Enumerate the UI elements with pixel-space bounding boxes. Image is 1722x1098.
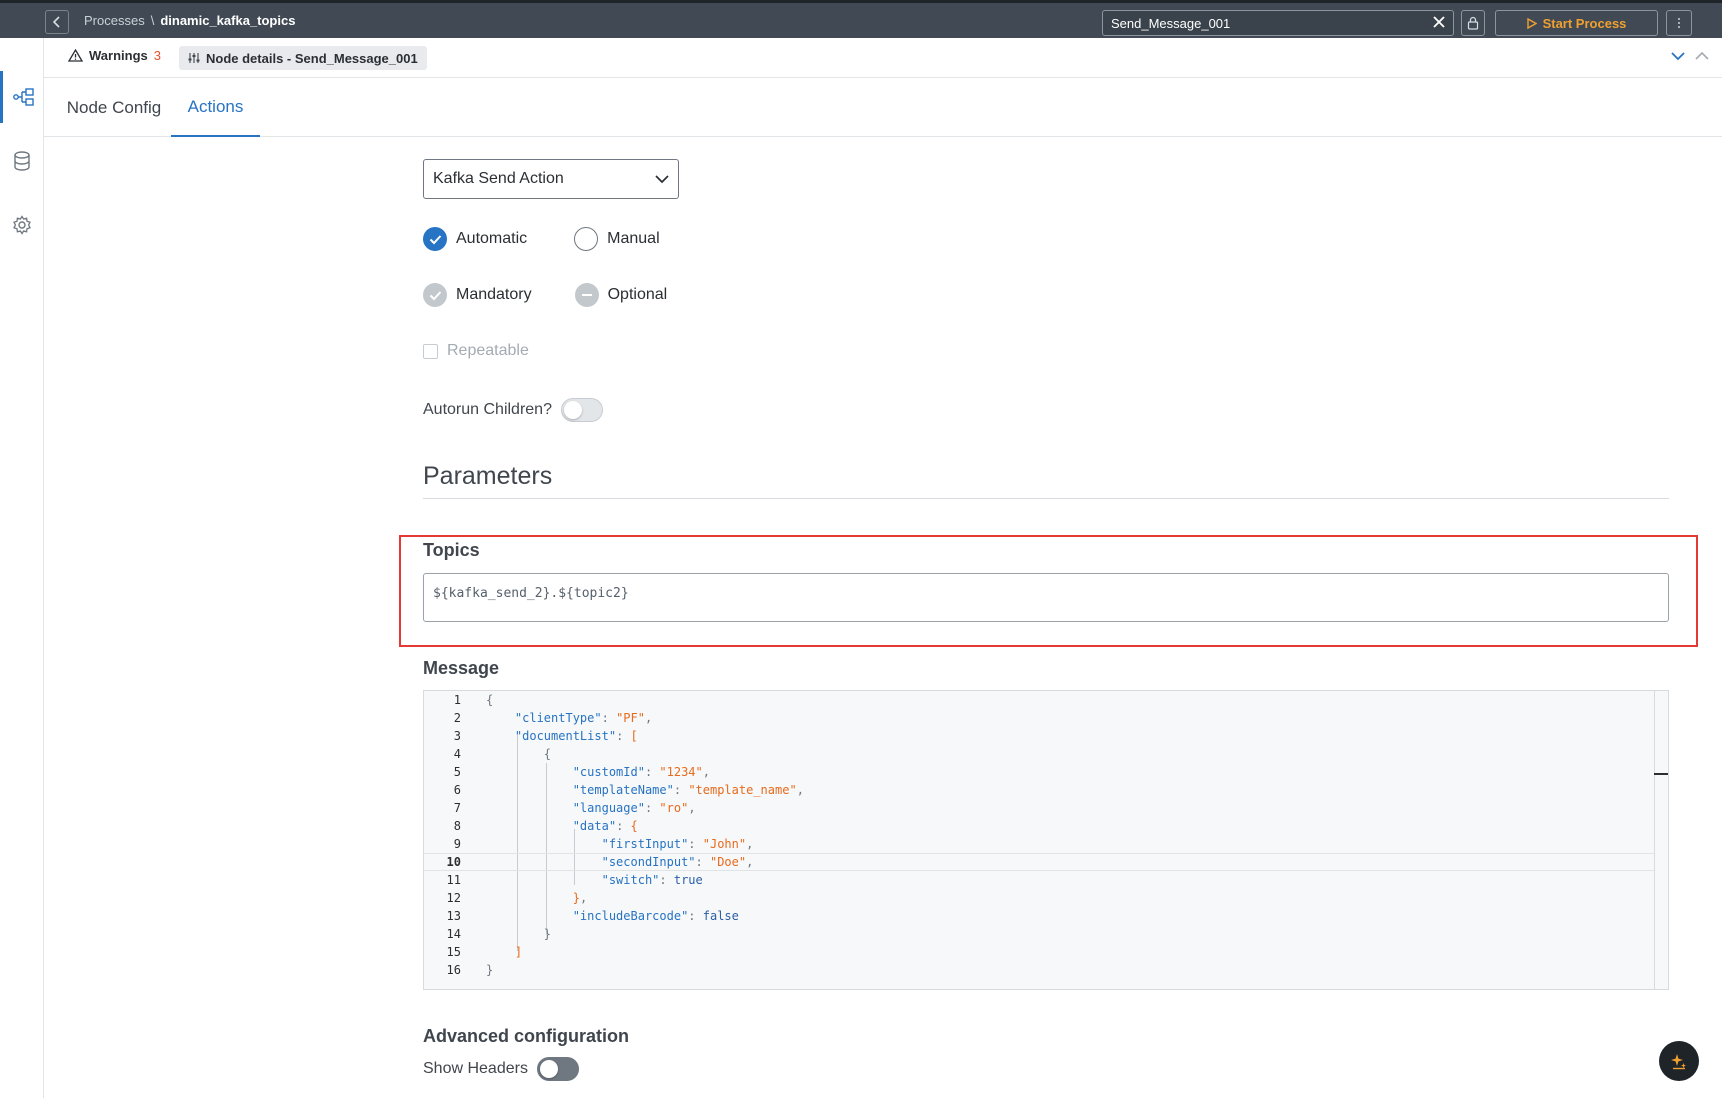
code-line: 8 "data": { xyxy=(453,819,638,833)
panel-controls xyxy=(1670,48,1710,64)
process-flow-icon xyxy=(12,88,34,106)
warnings-label: Warnings xyxy=(89,48,148,63)
more-vertical-icon xyxy=(1678,18,1680,28)
action-type-select[interactable]: Kafka Send Action xyxy=(423,159,679,199)
radio-manual-label: Manual xyxy=(607,230,660,247)
code-line: 16} xyxy=(446,963,494,977)
radio-optional[interactable]: Optional xyxy=(574,283,668,307)
play-icon xyxy=(1526,17,1537,29)
requirement-radio-group: Mandatory Optional xyxy=(423,283,714,307)
code-line: 9 "firstInput": "John", xyxy=(453,837,754,851)
rail-process-button[interactable] xyxy=(0,71,44,123)
message-label: Message xyxy=(423,658,500,678)
trigger-radio-group: Automatic Manual xyxy=(423,227,707,251)
top-bar: Processes \ dinamic_kafka_topics Start P… xyxy=(0,0,1722,38)
tab-actions[interactable]: Actions xyxy=(171,78,260,137)
sparkle-icon xyxy=(1671,1054,1686,1070)
advanced-config-label: Advanced configuration xyxy=(423,1026,630,1046)
code-line: 7 "language": "ro", xyxy=(453,801,696,815)
breadcrumb-current: dinamic_kafka_topics xyxy=(160,13,296,28)
radio-automatic-label: Automatic xyxy=(456,230,528,247)
left-rail xyxy=(0,38,44,1098)
scrollbar-thumb[interactable] xyxy=(1654,773,1668,775)
radio-unchecked-icon xyxy=(574,227,599,251)
config-tabs: Node Config Actions xyxy=(44,78,1722,137)
breadcrumb: Processes \ dinamic_kafka_topics xyxy=(84,13,295,28)
code-line: 5 "customId": "1234", xyxy=(453,765,710,779)
autorun-toggle[interactable] xyxy=(560,398,603,422)
topics-label: Topics xyxy=(423,540,480,560)
lock-icon xyxy=(1467,16,1479,30)
code-line: 14 } xyxy=(446,927,552,941)
node-search-input[interactable] xyxy=(1102,10,1454,36)
ai-assistant-button[interactable] xyxy=(1659,1041,1699,1081)
code-line: 2 "clientType": "PF", xyxy=(453,711,653,725)
message-code-editor[interactable]: 1{ 2 "clientType": "PF", 3 "documentList… xyxy=(423,690,1669,990)
action-type-value: Kafka Send Action xyxy=(433,170,564,187)
radio-minus-icon xyxy=(574,283,599,307)
node-details-bar: Warnings 3 Node details - Send_Message_0… xyxy=(44,38,1722,78)
warnings-tab[interactable]: Warnings 3 xyxy=(68,48,161,63)
checkbox-box xyxy=(423,343,438,359)
radio-checked-disabled-icon xyxy=(423,283,447,307)
node-details-tab[interactable]: Node details - Send_Message_001 xyxy=(179,46,427,70)
code-line: 6 "templateName": "template_name", xyxy=(453,783,804,797)
rail-settings-button[interactable] xyxy=(0,199,44,251)
topics-input[interactable]: ${kafka_send_2}.${topic2} xyxy=(423,573,1669,622)
lock-button[interactable] xyxy=(1461,10,1485,36)
breadcrumb-root[interactable]: Processes xyxy=(84,13,145,28)
database-icon xyxy=(14,151,30,171)
editor-scrollbar[interactable] xyxy=(1654,691,1668,989)
code-line-active: 10 "secondInput": "Doe", xyxy=(424,853,1654,871)
chevron-down-icon[interactable] xyxy=(1670,48,1686,64)
back-button[interactable] xyxy=(45,10,69,34)
radio-manual[interactable]: Manual xyxy=(574,227,660,251)
radio-mandatory-label: Mandatory xyxy=(456,286,532,303)
more-options-button[interactable] xyxy=(1666,10,1692,36)
parameters-heading: Parameters xyxy=(423,462,1669,499)
radio-automatic[interactable]: Automatic xyxy=(423,227,527,251)
node-details-label: Node details - Send_Message_001 xyxy=(206,50,418,66)
code-line: 3 "documentList": [ xyxy=(453,729,638,743)
code-line: 12 }, xyxy=(446,891,588,905)
code-line: 15 ] xyxy=(446,945,523,959)
start-process-label: Start Process xyxy=(1542,15,1627,31)
warnings-count: 3 xyxy=(153,48,161,63)
autorun-children-row: Autorun Children? xyxy=(423,398,603,422)
close-icon[interactable] xyxy=(1430,13,1448,31)
code-line: 1{ xyxy=(453,693,494,707)
chevron-left-icon xyxy=(52,16,60,28)
repeatable-checkbox[interactable]: Repeatable xyxy=(423,342,529,360)
code-line: 11 "switch": true xyxy=(446,873,703,887)
radio-optional-label: Optional xyxy=(607,286,668,303)
radio-checked-icon xyxy=(423,227,447,251)
show-headers-row: Show Headers xyxy=(423,1057,579,1081)
repeatable-label: Repeatable xyxy=(447,342,529,359)
start-process-button[interactable]: Start Process xyxy=(1495,10,1658,36)
radio-mandatory[interactable]: Mandatory xyxy=(423,283,532,307)
code-line: 13 "includeBarcode": false xyxy=(446,909,739,923)
rail-data-button[interactable] xyxy=(0,135,44,187)
show-headers-label: Show Headers xyxy=(423,1060,528,1077)
autorun-label: Autorun Children? xyxy=(423,401,552,418)
show-headers-toggle[interactable] xyxy=(536,1057,579,1081)
sliders-icon xyxy=(188,53,200,63)
chevron-up-icon[interactable] xyxy=(1694,48,1710,64)
warning-icon xyxy=(68,49,83,62)
tab-node-config[interactable]: Node Config xyxy=(60,78,168,137)
code-line: 4 { xyxy=(453,747,552,761)
chevron-down-icon xyxy=(655,174,669,183)
breadcrumb-separator: \ xyxy=(150,13,155,28)
gear-icon xyxy=(13,215,31,235)
